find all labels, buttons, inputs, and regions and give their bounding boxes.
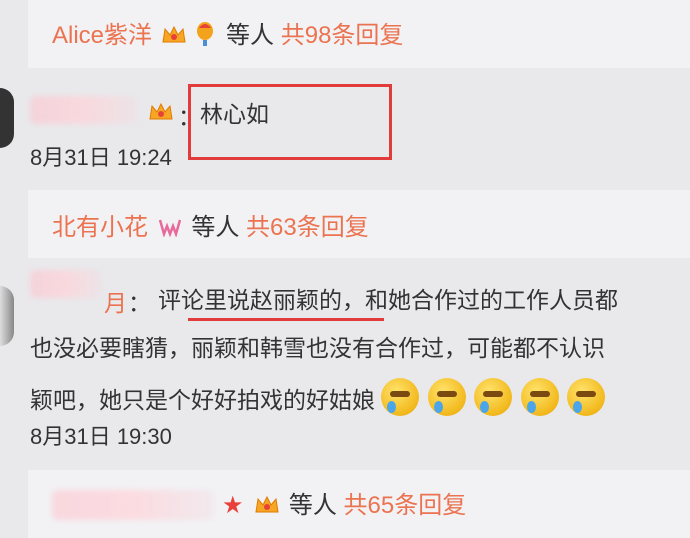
comment-line-1: 评论里说赵丽颖的，和她合作过的工作人员都 bbox=[158, 287, 618, 313]
replier-name-link[interactable]: 北有小花 bbox=[52, 214, 148, 241]
reply-count-link[interactable]: 共63条回复 bbox=[246, 214, 369, 241]
reply-summary-row-3: ★ 等人 共65条回复 bbox=[220, 490, 466, 522]
annotation-box bbox=[188, 84, 392, 160]
blurred-username bbox=[30, 270, 102, 298]
balloon-icon bbox=[195, 22, 215, 48]
reply-summary-row-1: Alice紫洋 等人 共98条回复 bbox=[52, 20, 403, 52]
blurred-username bbox=[52, 490, 214, 520]
comment-timestamp: 8月31日 19:24 bbox=[30, 145, 172, 170]
avatar[interactable] bbox=[0, 286, 14, 346]
others-label: 等人 bbox=[288, 492, 337, 519]
comment-timestamp: 8月31日 19:30 bbox=[30, 424, 172, 449]
crying-laughing-emoji-icon bbox=[474, 378, 513, 416]
vip-crown-icon bbox=[254, 493, 280, 515]
comment-line-3: 颖吧，她只是个好好拍戏的好姑娘 bbox=[30, 387, 375, 413]
annotation-underline bbox=[188, 318, 384, 321]
crying-laughing-emoji-icon bbox=[520, 378, 559, 416]
colon: ： bbox=[128, 290, 151, 316]
vip-crown-icon bbox=[148, 101, 174, 123]
vip-crown-icon bbox=[161, 23, 187, 45]
replier-name-link[interactable]: Alice紫洋 bbox=[52, 22, 152, 49]
reply-count-link[interactable]: 共98条回复 bbox=[281, 22, 404, 49]
blurred-username bbox=[30, 96, 138, 124]
crying-laughing-emoji-icon bbox=[566, 378, 605, 416]
reply-summary-row-2: 北有小花 等人 共63条回复 bbox=[52, 212, 369, 244]
crying-laughing-emoji-icon bbox=[381, 378, 420, 416]
comment-line-3-row: 颖吧，她只是个好好拍戏的好姑娘 bbox=[30, 378, 607, 416]
commenter-name-fragment[interactable]: 月 bbox=[104, 284, 127, 318]
w-badge-icon bbox=[158, 214, 181, 238]
others-label: 等人 bbox=[226, 22, 275, 49]
comment-line-2: 也没必要瞎猜，丽颖和韩雪也没有合作过，可能都不认识 bbox=[30, 335, 605, 361]
others-label: 等人 bbox=[191, 214, 240, 241]
avatar[interactable] bbox=[0, 88, 14, 148]
star-icon: ★ bbox=[222, 492, 244, 519]
reply-count-link[interactable]: 共65条回复 bbox=[344, 492, 467, 519]
crying-laughing-emoji-icon bbox=[427, 378, 466, 416]
